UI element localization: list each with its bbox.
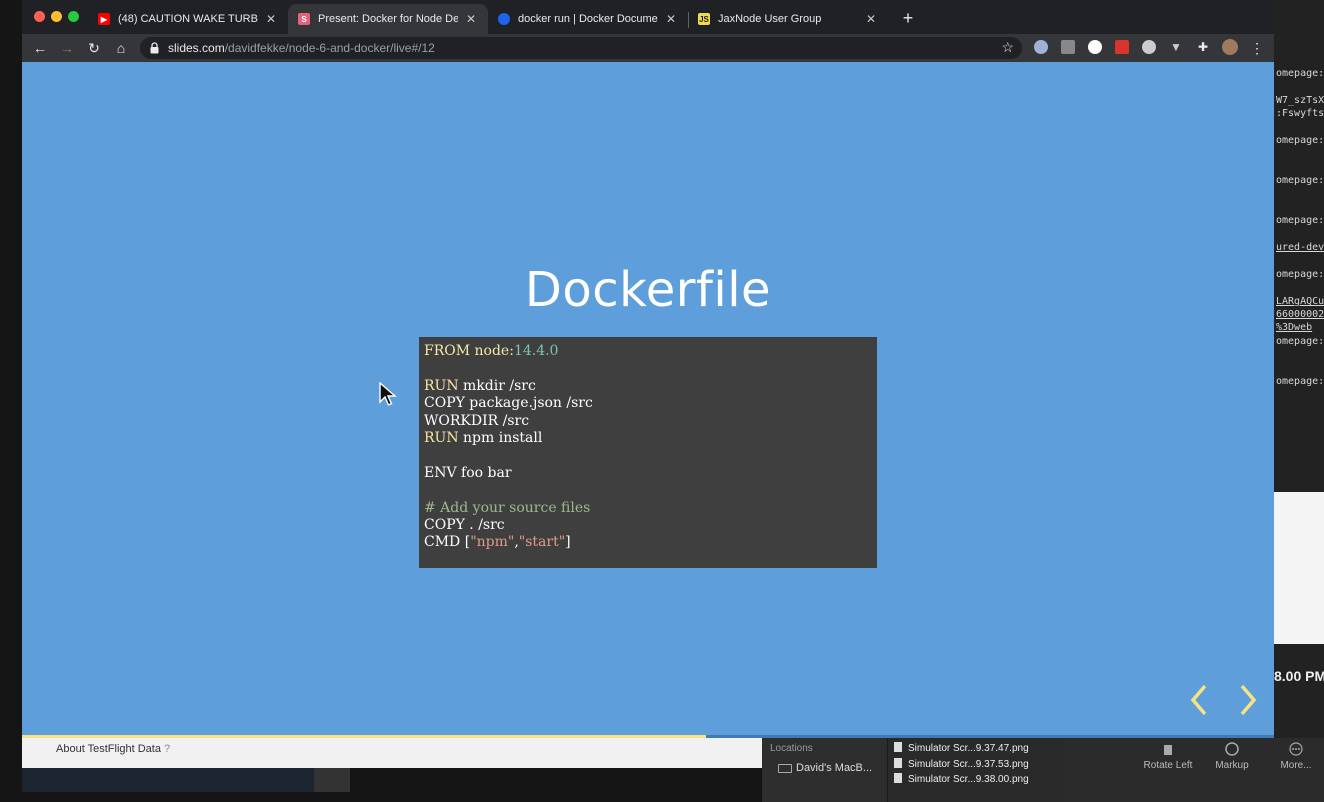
url-text: slides.com/davidfekke/node-6-and-docker/… xyxy=(168,41,435,55)
extension-icon[interactable] xyxy=(1061,40,1075,54)
rotate-left-icon xyxy=(1164,745,1172,755)
tab-strip: ▶ (48) CAUTION WAKE TURBULE ✕ S Present:… xyxy=(22,0,1274,34)
mouse-cursor-icon xyxy=(379,382,397,406)
minimize-window-button[interactable] xyxy=(51,11,62,22)
terminal-line: %3Dweb xyxy=(1276,322,1313,333)
code-block: FROM node:14.4.0 RUN mkdir /src COPY pac… xyxy=(419,337,877,568)
slide-title: Dockerfile xyxy=(524,262,772,318)
preview-toolbar: Rotate Left Markup More... xyxy=(1062,738,1324,802)
extension-icon[interactable] xyxy=(1142,40,1156,54)
file-icon xyxy=(894,742,902,752)
terminal-line: LARgAQCun xyxy=(1276,296,1324,307)
terminal-line: ured-dev- xyxy=(1276,242,1324,253)
home-button[interactable]: ⌂ xyxy=(110,37,132,59)
tab-jaxnode[interactable]: JS JaxNode User Group ✕ xyxy=(688,4,888,34)
extension-icon[interactable] xyxy=(1115,40,1129,54)
terminal-line: W7_szTsX xyxy=(1276,95,1324,106)
laptop-icon xyxy=(778,764,792,773)
terminal-line: omepage: xyxy=(1276,68,1324,79)
address-bar[interactable]: slides.com/davidfekke/node-6-and-docker/… xyxy=(140,37,1022,59)
finder-sidebar: Locations David's MacB... xyxy=(762,738,888,802)
file-icon xyxy=(894,758,902,768)
tab-title: docker run | Docker Documenta xyxy=(518,13,658,25)
close-icon[interactable]: ✕ xyxy=(664,12,678,26)
reload-button[interactable]: ↻ xyxy=(83,37,105,59)
puzzle-icon[interactable]: ✚ xyxy=(1196,40,1210,54)
finder-window: Locations David's MacB... Simulator Scr.… xyxy=(762,738,1062,802)
desktop-left-edge xyxy=(0,0,22,802)
terminal-line: 66000002r xyxy=(1276,309,1324,320)
terminal-line: omepage: xyxy=(1276,269,1324,280)
kebab-menu-icon[interactable]: ⋮ xyxy=(1246,37,1268,59)
lock-icon xyxy=(150,42,159,54)
tab-title: JaxNode User Group xyxy=(718,13,822,25)
background-terminal-window: omepage: W7_szTsX :Fswyftse omepage: ome… xyxy=(1274,0,1324,802)
finder-device[interactable]: David's MacB... xyxy=(796,762,872,774)
finder-file[interactable]: Simulator Scr...9.38.00.png xyxy=(894,773,1029,785)
background-window xyxy=(22,768,314,792)
background-time: 8.00 PM xyxy=(1274,668,1324,684)
close-icon[interactable]: ✕ xyxy=(264,12,278,26)
back-button[interactable]: ← xyxy=(29,37,51,59)
youtube-icon: ▶ xyxy=(98,13,110,25)
next-slide-arrow-icon[interactable] xyxy=(1232,680,1262,720)
tab-title: Present: Docker for Node Deve xyxy=(318,13,458,25)
tab-slides[interactable]: S Present: Docker for Node Deve ✕ xyxy=(288,4,488,34)
browser-toolbar: ← → ↻ ⌂ slides.com/davidfekke/node-6-and… xyxy=(22,34,1274,62)
js-icon: JS xyxy=(698,13,710,25)
file-icon xyxy=(894,773,902,783)
bookmark-star-icon[interactable]: ☆ xyxy=(1001,39,1014,56)
terminal-line: omepage: xyxy=(1276,175,1324,186)
background-thumbnail xyxy=(1274,492,1324,644)
terminal-line: omepage: xyxy=(1276,215,1324,226)
more-icon xyxy=(1289,742,1303,756)
terminal-line: :Fswyftse xyxy=(1276,108,1324,119)
testflight-window: About TestFlight Data ? xyxy=(22,738,762,768)
tab-youtube[interactable]: ▶ (48) CAUTION WAKE TURBULE ✕ xyxy=(88,4,288,34)
docker-icon xyxy=(498,13,510,25)
vue-extension-icon[interactable]: ▼ xyxy=(1169,40,1183,54)
finder-file[interactable]: Simulator Scr...9.37.53.png xyxy=(894,758,1029,770)
extension-icon[interactable] xyxy=(1034,40,1048,54)
close-window-button[interactable] xyxy=(34,11,45,22)
close-icon[interactable]: ✕ xyxy=(864,12,878,26)
avatar[interactable] xyxy=(1222,39,1238,55)
previous-slide-arrow-icon[interactable] xyxy=(1185,680,1215,720)
tab-docker-docs[interactable]: docker run | Docker Documenta ✕ xyxy=(488,4,688,34)
markup-button[interactable]: Markup xyxy=(1202,742,1262,771)
forward-button[interactable]: → xyxy=(56,37,78,59)
extension-icon[interactable] xyxy=(1088,40,1102,54)
zoom-window-button[interactable] xyxy=(68,11,79,22)
background-window xyxy=(314,768,350,792)
testflight-link[interactable]: About TestFlight Data ? xyxy=(56,743,170,755)
markup-icon xyxy=(1225,742,1239,756)
more-button[interactable]: More... xyxy=(1266,742,1324,771)
new-tab-button[interactable]: + xyxy=(898,8,918,29)
slides-icon: S xyxy=(298,13,310,25)
finder-locations-label: Locations xyxy=(770,743,813,754)
terminal-line: omepage: xyxy=(1276,135,1324,146)
slide: Dockerfile FROM node:14.4.0 RUN mkdir /s… xyxy=(22,62,1274,738)
tab-title: (48) CAUTION WAKE TURBULE xyxy=(118,13,258,25)
close-icon[interactable]: ✕ xyxy=(464,12,478,26)
terminal-line: omepage: xyxy=(1276,336,1324,347)
browser-window: ▶ (48) CAUTION WAKE TURBULE ✕ S Present:… xyxy=(22,0,1274,738)
rotate-left-button[interactable]: Rotate Left xyxy=(1138,742,1198,771)
finder-file[interactable]: Simulator Scr...9.37.47.png xyxy=(894,742,1029,754)
terminal-line: omepage: xyxy=(1276,376,1324,387)
